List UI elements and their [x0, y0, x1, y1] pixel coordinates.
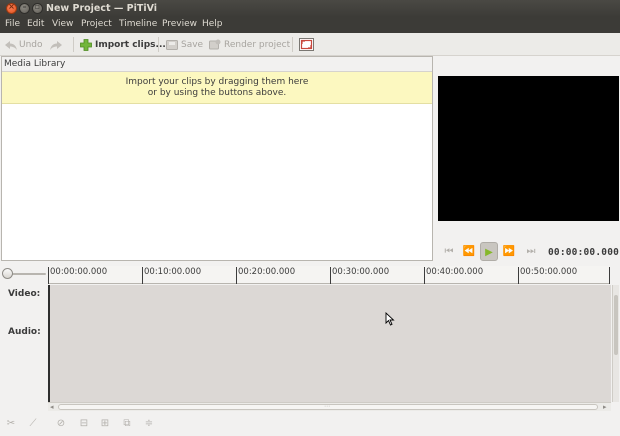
- goto-start-button[interactable]: ⏮: [440, 242, 458, 261]
- no-entry-icon: ⊘: [56, 418, 66, 429]
- import-hint-line-2: or by using the buttons above.: [147, 88, 287, 98]
- split-tool-button[interactable]: ✂: [3, 417, 19, 431]
- toolbar-separator: [73, 37, 74, 52]
- main-toolbar: Undo Import clips... Save Render project: [0, 33, 620, 56]
- toolbar-separator: [292, 37, 293, 52]
- menu-file[interactable]: File: [5, 19, 20, 29]
- video-viewer: [438, 76, 619, 221]
- ruler-label: 00:20:00.000: [238, 267, 296, 277]
- scroll-left-icon[interactable]: ◂: [50, 403, 54, 411]
- group-icon: ⧉: [123, 418, 131, 429]
- fullscreen-button[interactable]: [299, 37, 317, 52]
- vertical-scrollbar-thumb[interactable]: [614, 295, 618, 355]
- render-icon: [209, 39, 221, 51]
- goto-end-icon: ⏭: [526, 246, 536, 257]
- playhead-timecode: 00:00:00.000: [548, 247, 620, 258]
- rewind-icon: ⏪: [462, 246, 476, 257]
- goto-end-button[interactable]: ⏭: [522, 242, 540, 261]
- close-icon: ×: [8, 2, 15, 11]
- menu-project[interactable]: Project: [81, 19, 112, 29]
- timeline-horizontal-scrollbar[interactable]: ◂ ⋯ ▸: [48, 402, 611, 411]
- keyframe-icon: ⟋: [29, 418, 37, 429]
- ruler-label: 00:40:00.000: [426, 267, 484, 277]
- rewind-button[interactable]: ⏪: [460, 242, 478, 261]
- scroll-right-icon[interactable]: ▸: [603, 403, 607, 411]
- timeline-vertical-scrollbar[interactable]: [612, 285, 619, 402]
- redo-button[interactable]: [49, 37, 64, 52]
- audio-track-label: Audio:: [8, 327, 41, 337]
- undo-label: Undo: [19, 39, 43, 50]
- unlink-icon: ⊟: [79, 418, 89, 429]
- transport-controls: ⏮ ⏪ ▶ ⏩ ⏭: [438, 242, 538, 261]
- play-button[interactable]: ▶: [480, 242, 498, 261]
- title-bar: × – ▫ New Project — PiTiVi: [0, 0, 620, 17]
- timeline-tools: ✂ ⟋ ⊘ ⊟ ⊞ ⧉ ≑: [0, 413, 620, 436]
- align-button[interactable]: ≑: [141, 417, 157, 431]
- redo-arrow-icon: [49, 39, 62, 51]
- save-icon: [166, 39, 178, 51]
- link-button[interactable]: ⊞: [97, 417, 113, 431]
- save-button[interactable]: Save: [166, 37, 203, 52]
- ruler-label: 00:00:00.000: [50, 267, 108, 277]
- scrollbar-grip-icon: ⋯: [324, 403, 330, 410]
- timeline-ruler[interactable]: 00:00:00.000 00:10:00.000 00:20:00.000 0…: [48, 266, 610, 284]
- import-hint-line-1: Import your clips by dragging them here: [125, 77, 309, 87]
- maximize-icon: ▫: [34, 2, 41, 11]
- menu-edit[interactable]: Edit: [27, 19, 44, 29]
- menu-bar: File Edit View Project Timeline Preview …: [0, 17, 620, 33]
- window-minimize-button[interactable]: –: [19, 2, 30, 14]
- import-clips-label: Import clips...: [95, 39, 166, 50]
- menu-preview[interactable]: Preview: [162, 19, 197, 29]
- forward-icon: ⏩: [502, 246, 516, 257]
- track-headers: Video: Audio:: [1, 285, 47, 402]
- media-library-panel[interactable]: Media Library Import your clips by dragg…: [1, 56, 433, 261]
- undo-button[interactable]: Undo: [4, 37, 43, 52]
- link-icon: ⊞: [100, 418, 110, 429]
- video-track-label: Video:: [8, 289, 41, 299]
- align-icon: ≑: [144, 418, 154, 429]
- green-plus-icon: [80, 38, 92, 51]
- zoom-slider[interactable]: [2, 268, 46, 280]
- zoom-slider-knob[interactable]: [2, 268, 13, 279]
- minimize-icon: –: [22, 2, 27, 11]
- window-maximize-button[interactable]: ▫: [32, 2, 43, 14]
- import-hint-bar: Import your clips by dragging them here …: [2, 72, 432, 104]
- scissors-icon: ✂: [6, 418, 16, 429]
- media-library-header: Media Library: [2, 57, 432, 72]
- menu-view[interactable]: View: [52, 19, 73, 29]
- keyframe-tool-button[interactable]: ⟋: [25, 417, 41, 431]
- window-close-button[interactable]: ×: [6, 2, 17, 14]
- delete-button[interactable]: ⊘: [53, 417, 69, 431]
- mouse-cursor-icon: [385, 312, 395, 326]
- ruler-tick: [609, 267, 610, 284]
- ruler-label: 00:10:00.000: [144, 267, 202, 277]
- ruler-label: 00:30:00.000: [332, 267, 390, 277]
- unlink-button[interactable]: ⊟: [76, 417, 92, 431]
- menu-help[interactable]: Help: [202, 19, 223, 29]
- play-icon: ▶: [485, 247, 493, 258]
- toolbar-separator: [158, 37, 159, 52]
- undo-arrow-icon: [4, 39, 17, 51]
- ruler-label: 00:50:00.000: [520, 267, 578, 277]
- forward-button[interactable]: ⏩: [500, 242, 518, 261]
- group-button[interactable]: ⧉: [119, 417, 135, 431]
- goto-start-icon: ⏮: [444, 246, 454, 257]
- save-label: Save: [181, 39, 204, 50]
- timeline-canvas[interactable]: [48, 285, 611, 402]
- fullscreen-icon: [299, 38, 314, 51]
- render-project-label: Render project: [224, 39, 291, 50]
- menu-timeline[interactable]: Timeline: [119, 19, 157, 29]
- import-clips-button[interactable]: Import clips...: [80, 37, 166, 52]
- window-title: New Project — PiTiVi: [46, 3, 158, 14]
- render-project-button[interactable]: Render project: [209, 37, 290, 52]
